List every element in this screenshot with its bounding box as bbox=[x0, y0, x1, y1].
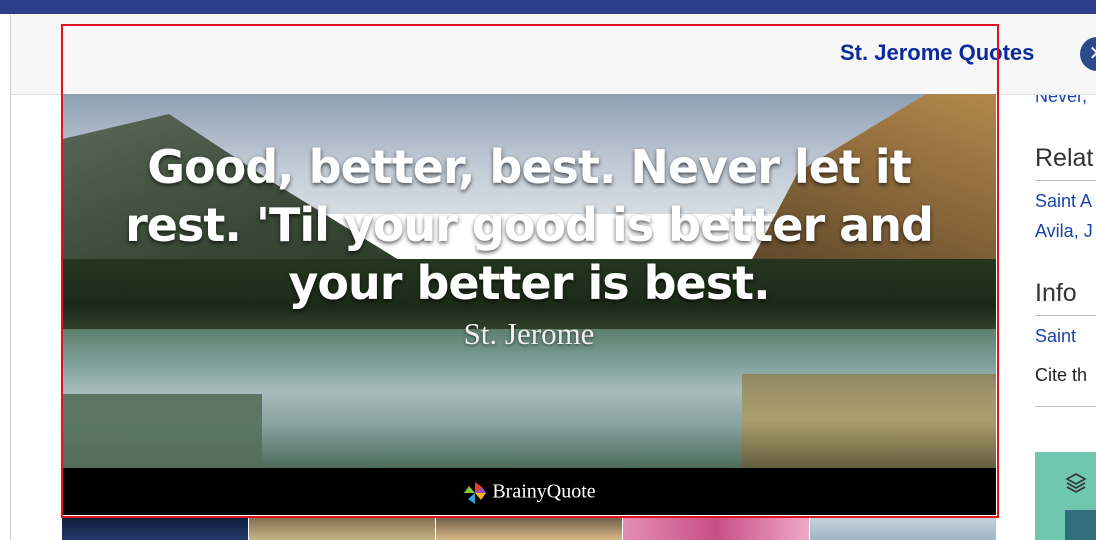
sidebar-divider bbox=[1035, 180, 1096, 181]
thumbnail-strip bbox=[62, 516, 996, 540]
layers-icon bbox=[1065, 473, 1087, 493]
left-reflection bbox=[62, 394, 262, 468]
related-link-2[interactable]: Avila, J bbox=[1035, 221, 1096, 242]
pinwheel-icon bbox=[464, 482, 487, 504]
thumbnail-2[interactable] bbox=[249, 516, 435, 540]
thumbnail-3[interactable] bbox=[436, 516, 622, 540]
thumbnail-1[interactable] bbox=[62, 516, 248, 540]
site-top-bar bbox=[0, 0, 1096, 14]
info-heading: Info bbox=[1035, 279, 1077, 307]
page-title[interactable]: St. Jerome Quotes bbox=[840, 40, 1034, 66]
sidebar-divider bbox=[1035, 315, 1096, 316]
related-heading: Relat bbox=[1035, 144, 1094, 172]
brand-logo: BrainyQuote bbox=[62, 480, 996, 506]
brand-bar: BrainyQuote bbox=[62, 468, 996, 515]
quote-image[interactable]: Good, better, best. Never let it rest. '… bbox=[62, 94, 996, 468]
thumbnail-4[interactable] bbox=[623, 516, 809, 540]
sidebar-ad[interactable] bbox=[1035, 452, 1096, 540]
thumbnail-5[interactable] bbox=[810, 516, 996, 540]
related-link-1[interactable]: Saint A bbox=[1035, 191, 1096, 212]
info-link-saint[interactable]: Saint bbox=[1035, 326, 1096, 347]
sidebar-divider bbox=[1035, 406, 1096, 407]
close-icon: ✕ bbox=[1089, 43, 1096, 65]
brand-name: BrainyQuote bbox=[492, 480, 596, 503]
quote-text: Good, better, best. Never let it rest. '… bbox=[62, 138, 996, 312]
cite-text[interactable]: Cite th bbox=[1035, 365, 1096, 386]
right-reflection bbox=[742, 374, 996, 468]
quote-line-3: your better is best. bbox=[288, 256, 770, 310]
quote-author: St. Jerome bbox=[463, 316, 595, 351]
book-cover-image bbox=[1065, 510, 1096, 540]
quote-line-1: Good, better, best. Never let it bbox=[147, 140, 911, 194]
quote-line-2: rest. 'Til your good is better and bbox=[125, 198, 934, 252]
